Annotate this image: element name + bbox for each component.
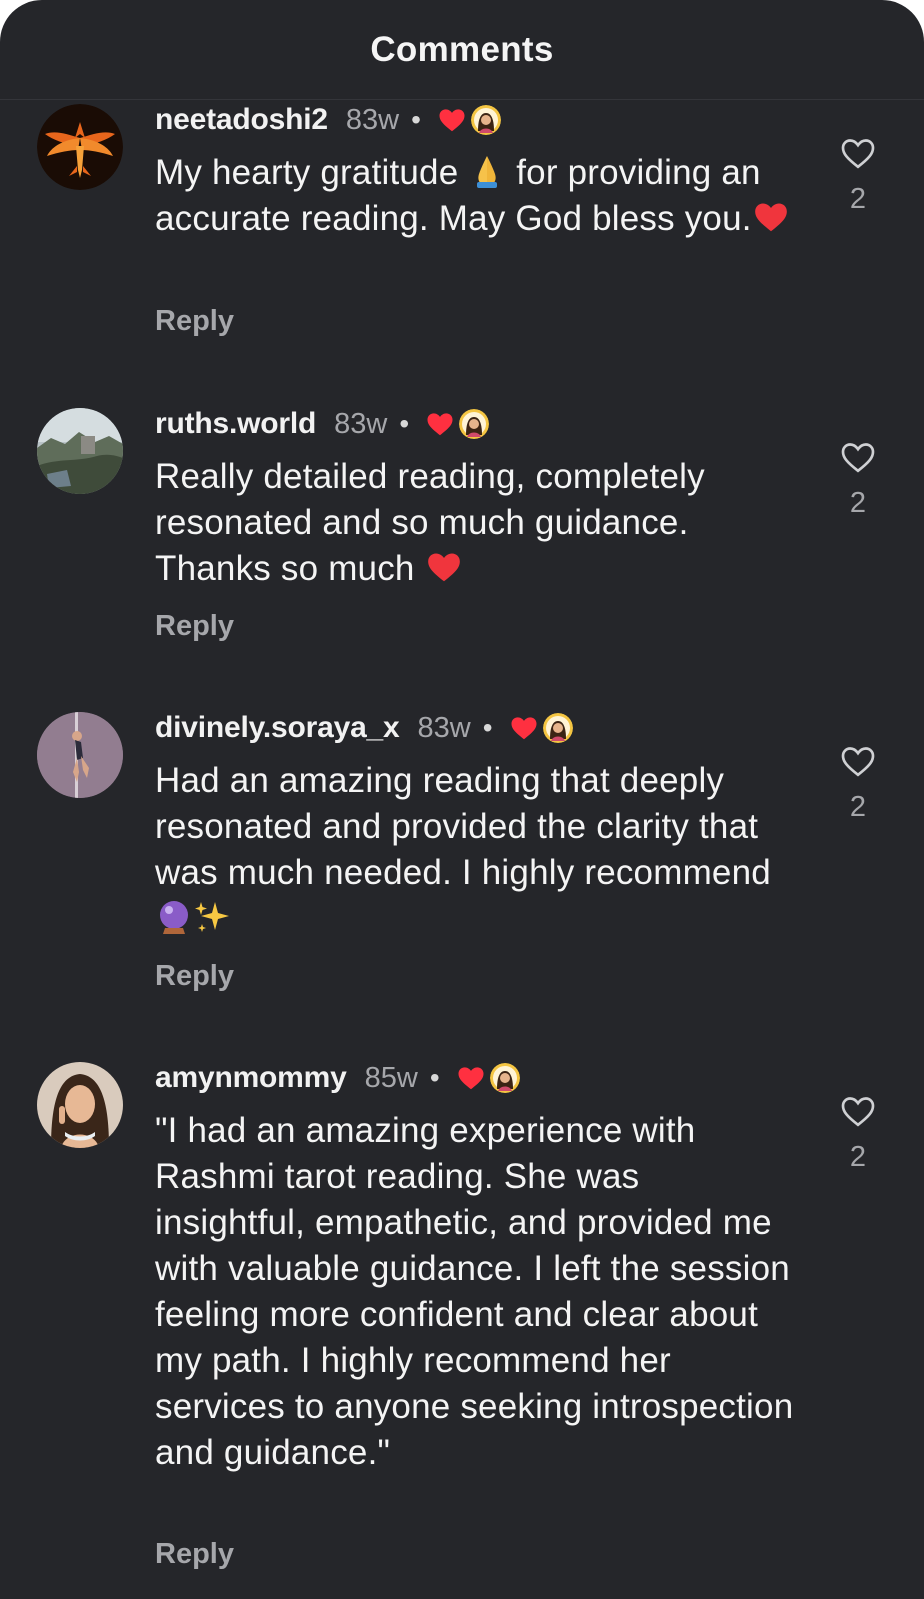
comments-sheet: Comments neetadoshi2 83w • My hearty gra… [0, 0, 924, 1599]
comment-text: My hearty gratitude for providing an acc… [155, 150, 795, 242]
comment-text: Had an amazing reading that deeply reson… [155, 758, 795, 942]
like-count: 2 [849, 183, 867, 215]
comment-text: Really detailed reading, completely reso… [155, 454, 795, 592]
separator-dot: • [429, 1062, 440, 1093]
red-heart-emoji-icon [425, 548, 463, 586]
timestamp: 83w [334, 407, 388, 440]
separator-dot: • [482, 712, 493, 743]
reply-button[interactable]: Reply [155, 610, 234, 643]
like-column: 2 [830, 741, 886, 824]
creator-avatar-icon [542, 713, 573, 743]
creator-liked-heart-icon [456, 1063, 486, 1093]
creator-liked-heart-icon [437, 105, 467, 135]
username[interactable]: divinely.soraya_x [155, 711, 400, 745]
like-heart-icon[interactable] [838, 437, 878, 477]
phoenix-avatar-icon [37, 104, 123, 190]
like-count: 2 [849, 1141, 867, 1173]
comment-text-part: Had an amazing reading that deeply reson… [155, 761, 771, 892]
separator-dot: • [399, 408, 410, 439]
comment-meta: divinely.soraya_x 83w • [155, 708, 573, 748]
reply-button[interactable]: Reply [155, 960, 234, 993]
avatar[interactable] [37, 104, 123, 190]
avatar[interactable] [37, 712, 123, 798]
red-heart-emoji-icon [752, 198, 790, 236]
timestamp: 83w [417, 711, 471, 744]
like-heart-icon[interactable] [838, 1091, 878, 1131]
creator-liked-heart-icon [425, 409, 455, 439]
sparkles-emoji-icon [193, 898, 231, 936]
avatar[interactable] [37, 1062, 123, 1148]
like-count: 2 [849, 791, 867, 823]
crystal-ball-emoji-icon [155, 898, 193, 936]
comment-text-part: "I had an amazing experience with Rashmi… [155, 1111, 794, 1472]
username[interactable]: neetadoshi2 [155, 103, 328, 137]
like-column: 2 [830, 437, 886, 520]
folded-hands-emoji-icon [468, 152, 506, 190]
avatar[interactable] [37, 408, 123, 494]
reply-button[interactable]: Reply [155, 305, 234, 338]
creator-avatar-icon [489, 1063, 520, 1093]
creator-avatar-icon [470, 105, 501, 135]
username[interactable]: amynmommy [155, 1061, 347, 1095]
creator-liked-heart-icon [509, 713, 539, 743]
comment-meta: ruths.world 83w • [155, 404, 490, 444]
like-column: 2 [830, 133, 886, 216]
timestamp: 83w [345, 103, 400, 136]
comment-text-part: My hearty gratitude [155, 153, 469, 192]
creator-avatar-icon [459, 409, 490, 439]
separator-dot: • [411, 104, 421, 135]
like-column: 2 [830, 1091, 886, 1174]
like-heart-icon[interactable] [838, 741, 878, 781]
woman-portrait-avatar-icon [37, 1062, 123, 1148]
like-heart-icon[interactable] [838, 133, 878, 173]
landscape-avatar-icon [37, 408, 123, 494]
timestamp: 85w [364, 1061, 418, 1094]
reply-button[interactable]: Reply [155, 1538, 234, 1571]
pole-dancer-avatar-icon [37, 712, 123, 798]
sheet-header: Comments [0, 0, 924, 100]
like-count: 2 [849, 487, 867, 519]
username[interactable]: ruths.world [155, 407, 316, 441]
comment-meta: amynmommy 85w • [155, 1058, 520, 1098]
page-title: Comments [370, 30, 554, 69]
comment-text: "I had an amazing experience with Rashmi… [155, 1108, 795, 1476]
comment-meta: neetadoshi2 83w • [155, 100, 501, 140]
